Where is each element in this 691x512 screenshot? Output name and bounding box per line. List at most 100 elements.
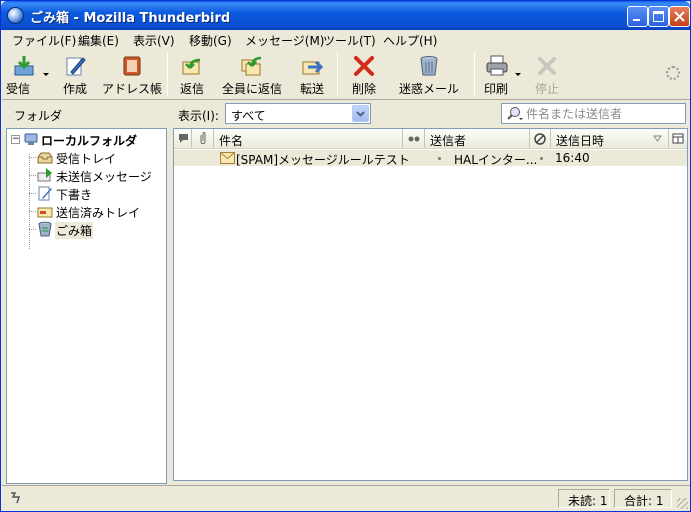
menu-edit[interactable]: 編集(E): [78, 32, 119, 49]
get-mail-icon: [14, 56, 34, 76]
column-picker-icon: [672, 133, 684, 144]
get-mail-button[interactable]: 受信: [6, 51, 52, 97]
chevron-down-icon[interactable]: [352, 105, 369, 122]
folder-unsent-label: 未送信メッセージ: [56, 170, 152, 184]
junk-dot-icon: [540, 157, 543, 160]
address-book-label: アドレス帳: [101, 82, 162, 96]
pane-splitter[interactable]: [167, 100, 172, 485]
column-picker[interactable]: [669, 129, 687, 148]
column-header-row: 件名 送信者 送信日時: [174, 129, 687, 149]
junk-trash-icon: [420, 56, 438, 76]
menu-view[interactable]: 表示(V): [133, 32, 175, 49]
minimize-button[interactable]: [627, 6, 648, 27]
search-box[interactable]: [501, 103, 686, 124]
folder-pane-header: フォルダ: [2, 100, 167, 127]
drafts-icon: [38, 186, 52, 201]
delete-label: 削除: [351, 82, 376, 96]
menu-file[interactable]: ファイル(F): [12, 32, 76, 49]
sent-icon: [37, 207, 53, 218]
folder-sent-label: 送信済みトレイ: [56, 206, 141, 220]
local-folders-icon: [24, 133, 38, 145]
reply-all-button[interactable]: 全員に返信: [218, 51, 286, 97]
folder-local-root[interactable]: − ローカルフォルダ: [7, 130, 165, 148]
menu-message[interactable]: メッセージ(M): [245, 32, 324, 49]
unread-count: 未読: 1: [568, 494, 608, 508]
delete-button[interactable]: 削除: [346, 51, 382, 97]
thread-icon: [179, 134, 188, 143]
reply-button[interactable]: 返信: [174, 51, 210, 97]
compose-button[interactable]: 作成: [56, 51, 94, 97]
trash-icon: [38, 221, 52, 237]
maximize-icon: [653, 11, 664, 22]
print-button[interactable]: 印刷: [480, 51, 524, 97]
forward-button[interactable]: 転送: [294, 51, 330, 97]
folder-drafts[interactable]: 下書き: [7, 184, 165, 202]
unsent-icon: [37, 168, 52, 182]
toolbar-separator: [167, 52, 168, 96]
folder-drafts-label: 下書き: [56, 188, 93, 202]
menu-tools[interactable]: ツール(T): [323, 32, 376, 49]
menu-go[interactable]: 移動(G): [189, 32, 232, 49]
search-input[interactable]: [526, 106, 681, 121]
title-bar[interactable]: ごみ箱 - Mozilla Thunderbird: [1, 1, 690, 30]
view-select-value: すべて: [231, 109, 266, 123]
folder-trash[interactable]: ごみ箱: [7, 220, 165, 239]
folder-inbox[interactable]: 受信トレイ: [7, 148, 165, 166]
column-attachment[interactable]: [192, 129, 214, 148]
compose-label: 作成: [62, 82, 87, 96]
thunderbird-app-icon[interactable]: [7, 7, 24, 24]
toolbar-separator: [474, 52, 475, 96]
activity-throbber-icon: [666, 66, 680, 80]
message-envelope-icon: [220, 152, 235, 164]
column-subject[interactable]: 件名: [214, 129, 403, 148]
folder-sent[interactable]: 送信済みトレイ: [7, 202, 165, 220]
column-junk[interactable]: [530, 129, 551, 148]
get-mail-label: 受信: [5, 82, 30, 96]
online-status-icon: [11, 492, 21, 504]
stop-icon: [538, 57, 556, 75]
junk-label: 迷惑メール: [398, 82, 459, 96]
inbox-icon: [37, 152, 53, 164]
column-thread[interactable]: [174, 129, 192, 148]
stop-label: 停止: [534, 82, 559, 96]
junk-status-icon: [534, 133, 546, 145]
reply-all-label: 全員に返信: [221, 82, 282, 96]
resize-grip[interactable]: [677, 498, 688, 509]
attachment-icon: [200, 132, 206, 144]
minimize-icon: [633, 19, 640, 21]
window-title: ごみ箱 - Mozilla Thunderbird: [30, 11, 231, 26]
menu-bar: ファイル(F) 編集(E) 表示(V) 移動(G) メッセージ(M) ツール(T…: [2, 30, 690, 48]
unread-count-panel: 未読: 1: [558, 489, 610, 508]
column-date[interactable]: 送信日時: [551, 129, 669, 148]
print-dropdown-icon[interactable]: [515, 73, 521, 76]
reply-icon: [182, 58, 201, 75]
folder-pane-title: フォルダ: [14, 109, 63, 123]
address-book-icon: [123, 56, 141, 76]
folder-unsent[interactable]: 未送信メッセージ: [7, 166, 165, 184]
folder-trash-label: ごみ箱: [55, 222, 94, 239]
column-read[interactable]: [403, 129, 425, 148]
maximize-button[interactable]: [648, 6, 669, 27]
get-mail-dropdown-icon[interactable]: [43, 73, 49, 76]
close-button[interactable]: [669, 6, 690, 27]
reply-all-icon: [241, 56, 262, 76]
folder-tree[interactable]: − ローカルフォルダ 受信トレイ 未送信メッセージ 下書き 送信済みトレイ ごみ…: [6, 128, 167, 484]
collapse-icon[interactable]: −: [11, 135, 20, 144]
address-book-button[interactable]: アドレス帳: [101, 51, 163, 97]
total-count: 合計: 1: [624, 494, 664, 508]
read-status-icon: [408, 136, 420, 142]
total-count-panel: 合計: 1: [614, 489, 672, 508]
thunderbird-window: ごみ箱 - Mozilla Thunderbird ファイル(F) 編集(E) …: [0, 0, 691, 512]
junk-button[interactable]: 迷惑メール: [397, 51, 461, 97]
message-row[interactable]: [SPAM]メッセージルールテスト HALインター... 16:40: [174, 150, 687, 167]
message-sender: HALインター...: [454, 153, 538, 167]
view-select[interactable]: すべて: [225, 103, 371, 124]
stop-button[interactable]: 停止: [530, 51, 564, 97]
column-sender[interactable]: 送信者: [425, 129, 530, 148]
main-toolbar: 受信 作成 アドレス帳 返信 全員に返信 転送 削除 迷惑メール 印刷 停止: [2, 48, 690, 100]
status-bar: 未読: 1 合計: 1: [2, 485, 690, 511]
thread-pane[interactable]: 件名 送信者 送信日時 [SPAM]メッセージルールテスト HALインター...…: [173, 128, 688, 481]
menu-help[interactable]: ヘルプ(H): [383, 32, 437, 49]
toolbar-separator: [337, 52, 338, 96]
sort-descending-icon: [653, 135, 662, 142]
